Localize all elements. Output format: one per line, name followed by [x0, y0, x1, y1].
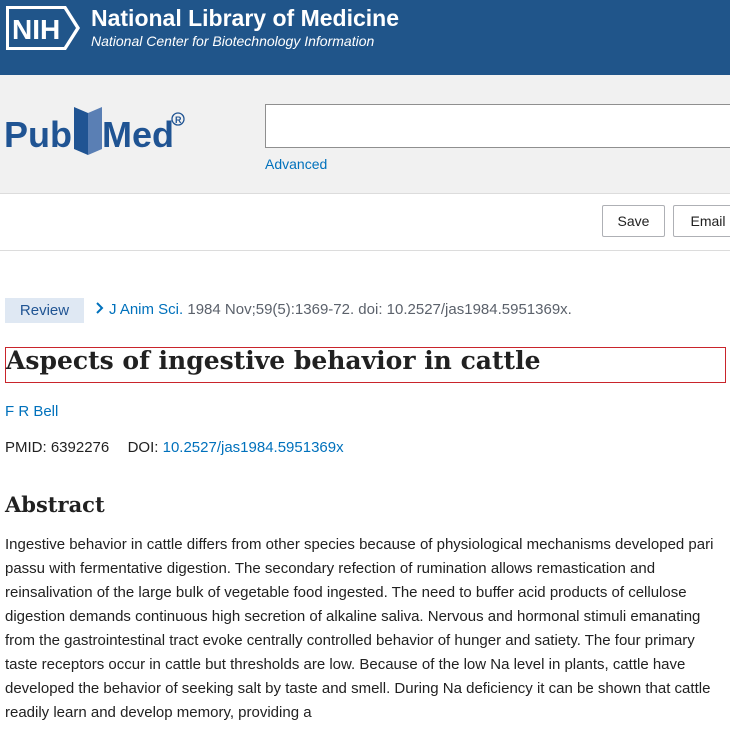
- svg-text:R: R: [175, 115, 182, 125]
- pubmed-logo[interactable]: Pub Med R: [4, 99, 190, 165]
- nih-title: National Library of Medicine: [91, 5, 399, 31]
- advanced-search-link[interactable]: Advanced: [265, 156, 327, 172]
- svg-text:Med: Med: [102, 114, 174, 155]
- publication-type-badge[interactable]: Review: [5, 298, 84, 323]
- save-button[interactable]: Save: [602, 205, 665, 237]
- chevron-right-icon: [96, 302, 104, 314]
- nih-logo-text: NIH: [12, 14, 60, 45]
- search-header: Pub Med R Advanced: [0, 75, 730, 194]
- abstract-text: Ingestive behavior in cattle differs fro…: [5, 536, 714, 721]
- pmid-value: 6392276: [50, 439, 110, 456]
- abstract-heading: Abstract: [5, 492, 105, 517]
- nih-logo[interactable]: NIH: [4, 4, 84, 52]
- svg-text:Pub: Pub: [4, 114, 72, 155]
- doi-label: DOI:: [127, 439, 159, 456]
- author-link[interactable]: F R Bell: [5, 403, 58, 420]
- article-ids: PMID: 6392276 DOI: 10.2527/jas1984.59513…: [5, 439, 344, 456]
- citation-line: J Anim Sci. 1984 Nov;59(5):1369-72. doi:…: [94, 301, 572, 318]
- search-input[interactable]: [265, 104, 730, 148]
- article-title: Aspects of ingestive behavior in cattle: [6, 346, 541, 375]
- citation-details: 1984 Nov;59(5):1369-72. doi: 10.2527/jas…: [187, 301, 572, 318]
- nih-subtitle: National Center for Biotechnology Inform…: [91, 33, 375, 49]
- journal-link[interactable]: J Anim Sci.: [109, 301, 183, 318]
- doi-link[interactable]: 10.2527/jas1984.5951369x: [163, 439, 344, 456]
- email-button[interactable]: Email: [673, 205, 730, 237]
- action-bar: Save Email: [0, 194, 730, 251]
- nih-banner: NIH National Library of Medicine Nationa…: [0, 0, 730, 75]
- pmid-label: PMID:: [5, 439, 47, 456]
